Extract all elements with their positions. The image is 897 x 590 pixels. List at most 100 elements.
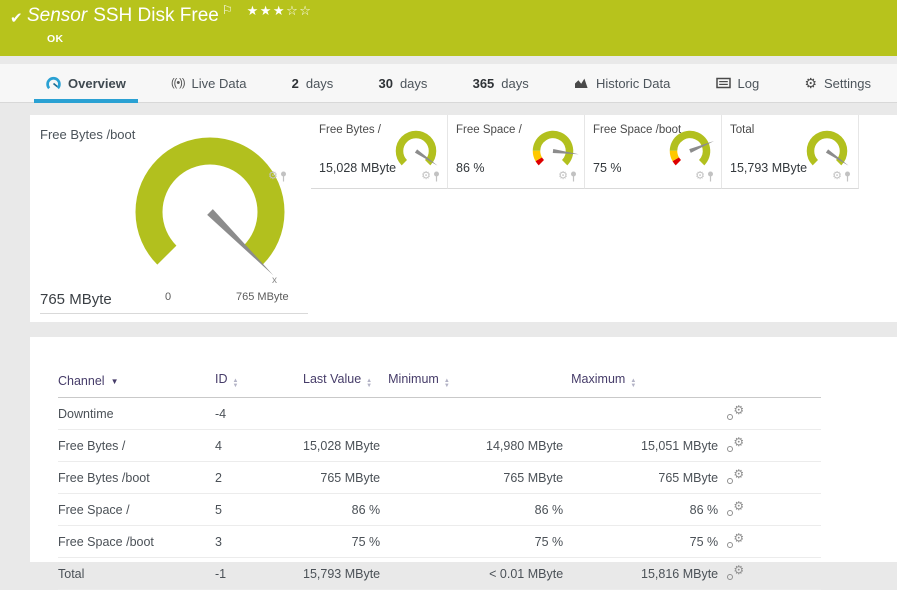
gauge-title: Total <box>730 124 755 136</box>
channel-last-value: 75 % <box>303 525 389 558</box>
channels-table-panel: Channel ▼ ID ▲ ▼ Last Value ▲ ▼ Minimum ▲ ▼ Max… <box>30 337 897 590</box>
table-row-total[interactable]: Total -1 15,793 MByte < 0.01 MByte 15,81… <box>58 557 822 590</box>
tab-overview[interactable]: Overview <box>34 64 138 103</box>
gauge-action-icons[interactable]: ⚙ <box>421 171 440 182</box>
gear-icon[interactable]: ⚙ <box>268 171 278 182</box>
flag-icon: ⚐ <box>221 3 233 17</box>
channel-maximum: 765 MByte <box>571 461 727 494</box>
table-row-free-bytes-root[interactable]: Free Bytes / 4 15,028 MByte 14,980 MByte… <box>58 429 822 462</box>
gauge-action-icons[interactable]: ⚙ <box>695 171 714 182</box>
log-list-icon <box>715 77 731 89</box>
channel-last-value <box>303 397 389 430</box>
tab-historic-data[interactable]: Historic Data <box>562 64 682 102</box>
pin-icon[interactable] <box>570 171 577 182</box>
divider <box>40 313 308 314</box>
column-header-last-value[interactable]: Last Value ▲ ▼ <box>303 367 389 398</box>
channel-id: -1 <box>215 557 303 590</box>
tab-label-strong: 2 <box>291 75 299 91</box>
sort-both-icon: ▲ ▼ <box>366 378 373 389</box>
tab-label: days <box>501 75 529 91</box>
sort-both-icon: ▲ ▼ <box>232 378 239 389</box>
column-label: Channel <box>58 373 105 388</box>
tab-30-days[interactable]: 30 days <box>366 64 439 102</box>
column-label: Maximum <box>571 372 626 386</box>
tab-label: days <box>305 75 334 91</box>
tab-log[interactable]: Log <box>704 64 772 102</box>
gauge-cell-free-space-boot: Free Space /boot 75 % ⚙ <box>585 115 722 189</box>
gauge-value: 86 % <box>456 161 485 175</box>
channel-name: Free Space / <box>58 493 215 526</box>
channel-settings-icon[interactable]: ⚙ <box>726 499 744 516</box>
channel-maximum: 15,816 MByte <box>571 557 727 590</box>
live-signal-icon: ((•)) <box>171 77 185 89</box>
sensor-tab-bar: Overview ((•)) Live Data 2 days 30 days … <box>0 64 897 103</box>
channel-name: Free Bytes /boot <box>58 461 215 494</box>
channel-name: Total <box>58 557 215 590</box>
overview-gauges-panel: Free Bytes /boot x 0 765 MByte 765 MByte… <box>30 115 897 322</box>
gauge-title: Free Space / <box>456 124 522 136</box>
tab-label: Settings <box>823 75 871 91</box>
gauge-cell-free-bytes-root: Free Bytes / 15,028 MByte ⚙ <box>311 115 448 189</box>
channel-id: 3 <box>215 525 303 558</box>
channel-settings-icon[interactable]: ⚙ <box>726 531 744 548</box>
channel-settings-icon[interactable]: ⚙ <box>726 467 744 484</box>
table-row-downtime[interactable]: Downtime -4 ⚙ <box>58 397 822 430</box>
sensor-title: SSH Disk Free <box>93 5 219 26</box>
channel-settings-icon[interactable]: ⚙ <box>726 403 744 420</box>
pin-icon[interactable] <box>707 171 714 182</box>
tab-settings[interactable]: ⚙ Settings <box>792 64 883 102</box>
primary-gauge-section: Free Bytes /boot x 0 765 MByte 765 MByte… <box>30 115 311 322</box>
channel-settings-icon[interactable]: ⚙ <box>726 435 744 452</box>
channel-minimum: 765 MByte <box>388 461 572 494</box>
gauge-value: 15,793 MByte <box>730 161 808 175</box>
column-header-maximum[interactable]: Maximum ▲ ▼ <box>571 367 727 398</box>
tab-2-days[interactable]: 2 days <box>280 64 346 102</box>
tab-365-days[interactable]: 365 days <box>461 64 541 102</box>
gauge-scale-min: 0 <box>165 291 172 303</box>
table-header-row: Channel ▼ ID ▲ ▼ Last Value ▲ ▼ Minimum ▲ ▼ Max… <box>58 367 822 398</box>
gauge-action-icons[interactable]: ⚙ <box>558 171 577 182</box>
channel-maximum: 86 % <box>571 493 727 526</box>
column-header-id[interactable]: ID ▲ ▼ <box>215 367 303 398</box>
channel-minimum: 86 % <box>388 493 572 526</box>
channel-maximum <box>571 397 727 430</box>
status-badge: OK <box>47 33 64 45</box>
pin-icon[interactable] <box>280 171 287 182</box>
table-row-free-bytes-boot[interactable]: Free Bytes /boot 2 765 MByte 765 MByte 7… <box>58 461 822 494</box>
primary-gauge[interactable] <box>125 130 295 290</box>
gauge-cell-free-space-root: Free Space / 86 % ⚙ <box>448 115 585 189</box>
column-label: Last Value <box>303 372 362 386</box>
tab-label-strong: 30 <box>378 75 393 91</box>
channel-last-value: 15,028 MByte <box>303 429 389 462</box>
pin-icon[interactable] <box>433 171 440 182</box>
gear-icon[interactable]: ⚙ <box>421 171 431 182</box>
column-label: ID <box>215 372 228 386</box>
tab-label: Live Data <box>191 75 247 91</box>
gear-icon[interactable]: ⚙ <box>832 171 842 182</box>
column-header-channel[interactable]: Channel ▼ <box>58 367 215 398</box>
table-row-free-space-boot[interactable]: Free Space /boot 3 75 % 75 % 75 % ⚙ <box>58 525 822 558</box>
sort-both-icon: ▲ ▼ <box>630 378 637 389</box>
priority-stars[interactable]: ★★★☆☆ <box>247 3 313 18</box>
sensor-type-label: Sensor <box>27 5 88 26</box>
pin-icon[interactable] <box>844 171 851 182</box>
channel-name: Downtime <box>58 397 215 430</box>
channel-id: 5 <box>215 493 303 526</box>
channel-settings-icon[interactable]: ⚙ <box>726 563 744 580</box>
tab-label: days <box>399 75 428 91</box>
gauge-value: 75 % <box>593 161 622 175</box>
area-chart-icon <box>574 78 588 88</box>
gauge-action-icons[interactable]: ⚙ <box>832 171 851 182</box>
tab-live-data[interactable]: ((•)) Live Data <box>159 64 258 102</box>
table-row-free-space-root[interactable]: Free Space / 5 86 % 86 % 86 % ⚙ <box>58 493 822 526</box>
column-header-minimum[interactable]: Minimum ▲ ▼ <box>388 367 572 398</box>
gauge-value: 15,028 MByte <box>319 161 397 175</box>
gear-icon[interactable]: ⚙ <box>695 171 705 182</box>
channel-last-value: 86 % <box>303 493 389 526</box>
gear-icon[interactable]: ⚙ <box>558 171 568 182</box>
column-header-actions <box>726 367 822 398</box>
gauge-action-icons[interactable]: ⚙ <box>268 171 304 182</box>
needle-end-marker: x <box>272 275 277 286</box>
channel-id: 2 <box>215 461 303 494</box>
gauge-scale-max: 765 MByte <box>236 291 289 303</box>
